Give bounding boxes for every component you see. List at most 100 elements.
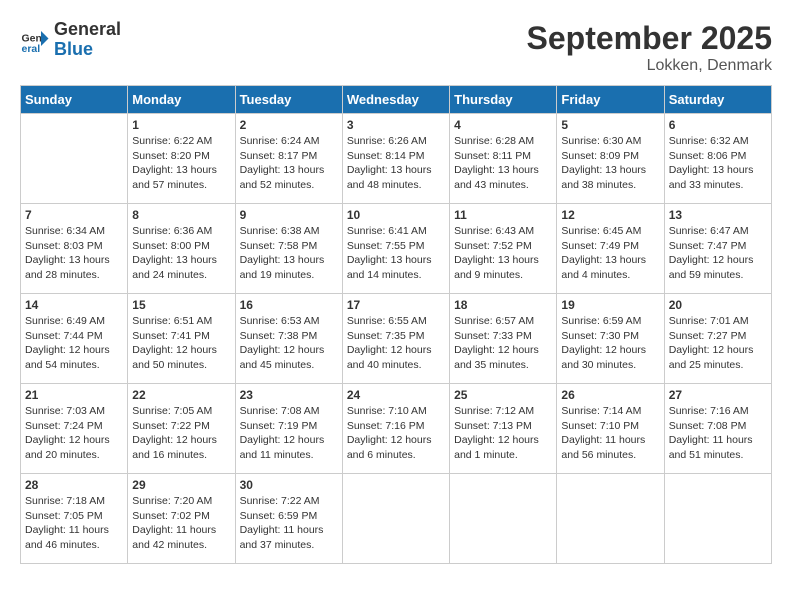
- day-number: 4: [454, 118, 552, 132]
- day-detail: Sunrise: 6:49 AMSunset: 7:44 PMDaylight:…: [25, 314, 123, 373]
- header-thursday: Thursday: [450, 86, 557, 114]
- table-cell: 8 Sunrise: 6:36 AMSunset: 8:00 PMDaylight…: [128, 204, 235, 294]
- day-number: 20: [669, 298, 767, 312]
- day-number: 30: [240, 478, 338, 492]
- day-number: 13: [669, 208, 767, 222]
- logo: Gen eral General Blue: [20, 20, 121, 60]
- calendar-table: SundayMondayTuesdayWednesdayThursdayFrid…: [20, 85, 772, 564]
- table-cell: [664, 474, 771, 564]
- table-cell: 7Sunrise: 6:34 AMSunset: 8:03 PMDaylight…: [21, 204, 128, 294]
- calendar-title: September 2025: [527, 20, 772, 57]
- day-detail: Sunrise: 7:22 AMSunset: 6:59 PMDaylight:…: [240, 494, 338, 553]
- table-cell: 21Sunrise: 7:03 AMSunset: 7:24 PMDayligh…: [21, 384, 128, 474]
- header-monday: Monday: [128, 86, 235, 114]
- day-detail: Sunrise: 6:41 AMSunset: 7:55 PMDaylight:…: [347, 224, 445, 283]
- day-number: 19: [561, 298, 659, 312]
- day-number: 8: [132, 208, 230, 222]
- page-header: Gen eral General Blue September 2025 Lok…: [20, 20, 772, 75]
- day-detail: Sunrise: 6:36 AMSunset: 8:00 PMDaylight:…: [132, 224, 230, 283]
- day-number: 2: [240, 118, 338, 132]
- table-cell: 19Sunrise: 6:59 AMSunset: 7:30 PMDayligh…: [557, 294, 664, 384]
- table-cell: 12Sunrise: 6:45 AMSunset: 7:49 PMDayligh…: [557, 204, 664, 294]
- day-number: 3: [347, 118, 445, 132]
- day-number: 15: [132, 298, 230, 312]
- day-number: 21: [25, 388, 123, 402]
- week-row-3: 14 Sunrise: 6:49 AMSunset: 7:44 PMDayligh…: [21, 294, 772, 384]
- table-cell: [557, 474, 664, 564]
- day-number: 25: [454, 388, 552, 402]
- table-cell: 2 Sunrise: 6:24 AMSunset: 8:17 PMDaylight…: [235, 114, 342, 204]
- header-wednesday: Wednesday: [342, 86, 449, 114]
- table-cell: 29 Sunrise: 7:20 AMSunset: 7:02 PMDayligh…: [128, 474, 235, 564]
- day-number: 17: [347, 298, 445, 312]
- week-row-5: 28 Sunrise: 7:18 AMSunset: 7:05 PMDayligh…: [21, 474, 772, 564]
- logo-general-text: General: [54, 20, 121, 40]
- table-cell: 9 Sunrise: 6:38 AMSunset: 7:58 PMDaylight…: [235, 204, 342, 294]
- day-number: 24: [347, 388, 445, 402]
- table-cell: 13 Sunrise: 6:47 AMSunset: 7:47 PMDayligh…: [664, 204, 771, 294]
- day-detail: Sunrise: 6:32 AMSunset: 8:06 PMDaylight:…: [669, 134, 767, 193]
- week-row-1: 1Sunrise: 6:22 AMSunset: 8:20 PMDaylight…: [21, 114, 772, 204]
- day-detail: Sunrise: 6:57 AMSunset: 7:33 PMDaylight:…: [454, 314, 552, 373]
- title-block: September 2025 Lokken, Denmark: [527, 20, 772, 75]
- day-detail: Sunrise: 7:12 AMSunset: 7:13 PMDaylight:…: [454, 404, 552, 463]
- table-cell: 15 Sunrise: 6:51 AMSunset: 7:41 PMDayligh…: [128, 294, 235, 384]
- table-cell: 25 Sunrise: 7:12 AMSunset: 7:13 PMDayligh…: [450, 384, 557, 474]
- day-number: 9: [240, 208, 338, 222]
- table-cell: 27 Sunrise: 7:16 AMSunset: 7:08 PMDayligh…: [664, 384, 771, 474]
- day-number: 10: [347, 208, 445, 222]
- table-cell: 23 Sunrise: 7:08 AMSunset: 7:19 PMDayligh…: [235, 384, 342, 474]
- calendar-subtitle: Lokken, Denmark: [527, 57, 772, 75]
- day-detail: Sunrise: 6:22 AMSunset: 8:20 PMDaylight:…: [132, 134, 230, 193]
- day-detail: Sunrise: 6:38 AMSunset: 7:58 PMDaylight:…: [240, 224, 338, 283]
- table-cell: 24 Sunrise: 7:10 AMSunset: 7:16 PMDayligh…: [342, 384, 449, 474]
- table-cell: [450, 474, 557, 564]
- header-saturday: Saturday: [664, 86, 771, 114]
- table-cell: [21, 114, 128, 204]
- table-cell: 18Sunrise: 6:57 AMSunset: 7:33 PMDayligh…: [450, 294, 557, 384]
- table-cell: 4Sunrise: 6:28 AMSunset: 8:11 PMDaylight…: [450, 114, 557, 204]
- logo-icon: Gen eral: [20, 25, 50, 55]
- table-cell: 22 Sunrise: 7:05 AMSunset: 7:22 PMDayligh…: [128, 384, 235, 474]
- header-row: SundayMondayTuesdayWednesdayThursdayFrid…: [21, 86, 772, 114]
- day-detail: Sunrise: 7:08 AMSunset: 7:19 PMDaylight:…: [240, 404, 338, 463]
- day-detail: Sunrise: 6:24 AMSunset: 8:17 PMDaylight:…: [240, 134, 338, 193]
- header-sunday: Sunday: [21, 86, 128, 114]
- day-number: 27: [669, 388, 767, 402]
- day-detail: Sunrise: 7:14 AMSunset: 7:10 PMDaylight:…: [561, 404, 659, 463]
- day-number: 14: [25, 298, 123, 312]
- day-number: 6: [669, 118, 767, 132]
- day-number: 26: [561, 388, 659, 402]
- table-cell: 1Sunrise: 6:22 AMSunset: 8:20 PMDaylight…: [128, 114, 235, 204]
- table-cell: 14 Sunrise: 6:49 AMSunset: 7:44 PMDayligh…: [21, 294, 128, 384]
- week-row-2: 7Sunrise: 6:34 AMSunset: 8:03 PMDaylight…: [21, 204, 772, 294]
- table-cell: 28 Sunrise: 7:18 AMSunset: 7:05 PMDayligh…: [21, 474, 128, 564]
- logo-blue-text: Blue: [54, 40, 121, 60]
- day-number: 16: [240, 298, 338, 312]
- table-cell: [342, 474, 449, 564]
- day-detail: Sunrise: 6:55 AMSunset: 7:35 PMDaylight:…: [347, 314, 445, 373]
- table-cell: 16 Sunrise: 6:53 AMSunset: 7:38 PMDayligh…: [235, 294, 342, 384]
- day-detail: Sunrise: 7:10 AMSunset: 7:16 PMDaylight:…: [347, 404, 445, 463]
- day-number: 29: [132, 478, 230, 492]
- day-detail: Sunrise: 6:45 AMSunset: 7:49 PMDaylight:…: [561, 224, 659, 283]
- day-detail: Sunrise: 7:01 AMSunset: 7:27 PMDaylight:…: [669, 314, 767, 373]
- day-detail: Sunrise: 6:51 AMSunset: 7:41 PMDaylight:…: [132, 314, 230, 373]
- day-detail: Sunrise: 7:18 AMSunset: 7:05 PMDaylight:…: [25, 494, 123, 553]
- table-cell: 17 Sunrise: 6:55 AMSunset: 7:35 PMDayligh…: [342, 294, 449, 384]
- day-detail: Sunrise: 6:47 AMSunset: 7:47 PMDaylight:…: [669, 224, 767, 283]
- day-number: 11: [454, 208, 552, 222]
- day-detail: Sunrise: 7:16 AMSunset: 7:08 PMDaylight:…: [669, 404, 767, 463]
- day-detail: Sunrise: 7:05 AMSunset: 7:22 PMDaylight:…: [132, 404, 230, 463]
- table-cell: 11 Sunrise: 6:43 AMSunset: 7:52 PMDayligh…: [450, 204, 557, 294]
- day-number: 23: [240, 388, 338, 402]
- day-detail: Sunrise: 7:20 AMSunset: 7:02 PMDaylight:…: [132, 494, 230, 553]
- day-detail: Sunrise: 6:53 AMSunset: 7:38 PMDaylight:…: [240, 314, 338, 373]
- table-cell: 6 Sunrise: 6:32 AMSunset: 8:06 PMDaylight…: [664, 114, 771, 204]
- day-number: 28: [25, 478, 123, 492]
- day-detail: Sunrise: 6:30 AMSunset: 8:09 PMDaylight:…: [561, 134, 659, 193]
- week-row-4: 21Sunrise: 7:03 AMSunset: 7:24 PMDayligh…: [21, 384, 772, 474]
- table-cell: 3Sunrise: 6:26 AMSunset: 8:14 PMDaylight…: [342, 114, 449, 204]
- day-number: 22: [132, 388, 230, 402]
- day-detail: Sunrise: 6:43 AMSunset: 7:52 PMDaylight:…: [454, 224, 552, 283]
